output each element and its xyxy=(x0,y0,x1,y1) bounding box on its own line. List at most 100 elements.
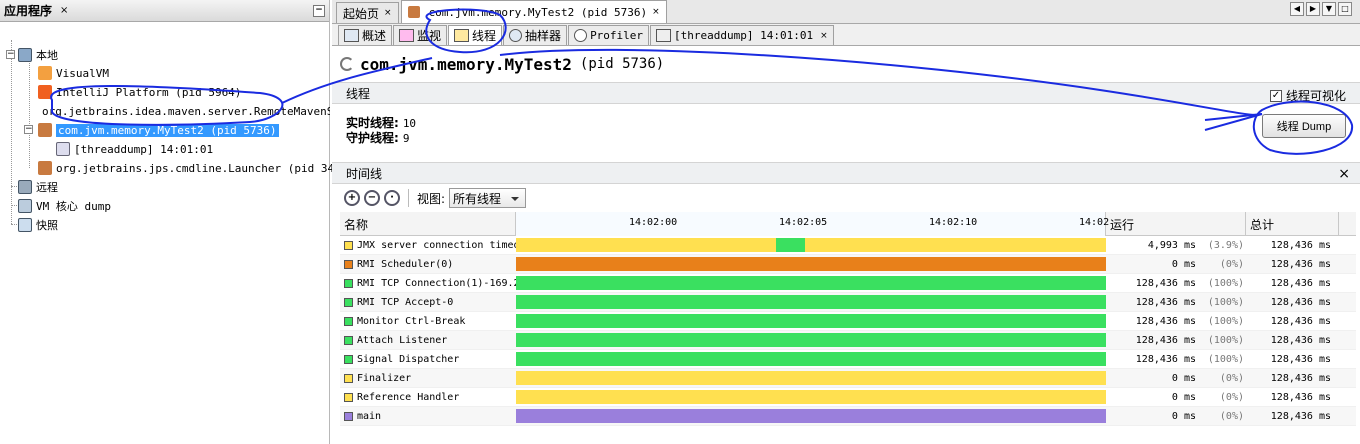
thread-name: RMI Scheduler(0) xyxy=(340,259,516,270)
thread-timeline-bar xyxy=(516,238,1106,252)
thread-state-segment xyxy=(516,371,1106,385)
time-axis[interactable]: 14:02:00 14:02:05 14:02:10 14:02 xyxy=(516,212,1109,236)
thread-name: Finalizer xyxy=(340,373,516,384)
close-tab-icon[interactable]: × xyxy=(652,7,660,17)
thread-row[interactable]: Finalizer 0 ms (0%) 128,436 ms xyxy=(340,369,1356,388)
scroll-right-icon[interactable]: ▶ xyxy=(1306,2,1320,16)
thread-color-swatch xyxy=(344,240,353,250)
tab-threaddump[interactable]: [threaddump] 14:01:01 × xyxy=(650,25,834,45)
java-icon xyxy=(38,123,52,137)
zoom-fit-icon[interactable]: · xyxy=(384,190,400,206)
minimize-button[interactable]: − xyxy=(313,4,325,17)
thread-dump-button[interactable]: 线程 Dump xyxy=(1262,114,1346,138)
tab-sampler[interactable]: 抽样器 xyxy=(503,25,568,45)
thread-state-segment xyxy=(516,276,1106,290)
tab-mytest2[interactable]: com.jvm.memory.MyTest2 (pid 5736) × xyxy=(400,0,667,23)
threaddump-icon xyxy=(56,142,70,156)
thread-total-time: 128,436 ms xyxy=(1270,296,1331,308)
thread-total-time: 128,436 ms xyxy=(1270,410,1331,422)
tab-monitor[interactable]: 监视 xyxy=(393,25,448,45)
time-tick-label: 14:02:00 xyxy=(629,217,678,228)
thread-name: RMI TCP Accept-0 xyxy=(340,297,516,308)
intellij-icon xyxy=(38,85,52,99)
visualize-threads-checkbox[interactable]: ✓ 线程可视化 xyxy=(1269,87,1346,104)
thread-row[interactable]: RMI Scheduler(0) 0 ms (0%) 128,436 ms xyxy=(340,255,1356,274)
thread-total-time: 128,436 ms xyxy=(1270,334,1331,346)
thread-total-time: 128,436 ms xyxy=(1270,258,1331,270)
zoom-in-icon[interactable]: + xyxy=(344,190,360,206)
thread-color-swatch xyxy=(344,411,353,421)
thread-color-swatch xyxy=(344,278,353,288)
thread-total-time: 128,436 ms xyxy=(1270,277,1331,289)
thread-row[interactable]: Attach Listener 128,436 ms (100%) 128,436 m… xyxy=(340,331,1356,350)
loading-icon xyxy=(340,57,354,71)
timeline-header: 时间线 × xyxy=(332,162,1360,184)
close-icon[interactable]: × xyxy=(60,5,68,16)
core-dump-icon xyxy=(18,199,32,213)
tree-item-launcher[interactable]: org.jetbrains.jps.cmdline.Launcher (pid … xyxy=(38,159,354,177)
tab-overview[interactable]: 概述 xyxy=(338,25,393,45)
thread-state-segment xyxy=(805,238,1106,252)
thread-row[interactable]: RMI TCP Connection(1)-169.254 128,436 ms(… xyxy=(340,274,1356,293)
time-tick-label: 14:02:10 xyxy=(929,217,978,228)
thread-name: main xyxy=(340,411,516,422)
thread-name: Signal Dispatcher xyxy=(340,354,516,365)
maximize-icon[interactable]: □ xyxy=(1338,2,1352,16)
tree-item-maven-server[interactable]: org.jetbrains.idea.maven.server.RemoteMa… xyxy=(38,102,330,120)
thread-state-segment xyxy=(516,390,1106,404)
tree-item-local[interactable]: 本地 xyxy=(18,46,58,64)
thread-timeline-bar xyxy=(516,390,1106,404)
time-tick-label: 14:02:05 xyxy=(779,217,828,228)
thread-timeline-bar xyxy=(516,276,1106,290)
threads-section-header: 线程 ✓ 线程可视化 xyxy=(332,82,1360,104)
tab-profiler[interactable]: Profiler xyxy=(568,25,650,45)
thread-color-swatch xyxy=(344,354,353,364)
overview-icon xyxy=(344,29,359,42)
thread-total-time: 128,436 ms xyxy=(1270,391,1331,403)
column-total[interactable]: 总计 xyxy=(1246,212,1339,236)
column-name[interactable]: 名称 xyxy=(340,212,516,236)
collapse-local-toggle[interactable]: − xyxy=(6,50,15,59)
thread-row[interactable]: main 0 ms (0%) 128,436 ms xyxy=(340,407,1356,426)
tree-item-intellij[interactable]: IntelliJ Platform (pid 5964) xyxy=(38,83,241,101)
tree-item-vm-core-dump[interactable]: VM 核心 dump xyxy=(18,197,111,215)
thread-row[interactable]: Reference Handler 0 ms (0%) 128,436 ms xyxy=(340,388,1356,407)
zoom-out-icon[interactable]: − xyxy=(364,190,380,206)
thread-state-segment xyxy=(516,295,1106,309)
view-select[interactable]: 所有线程 xyxy=(449,188,527,208)
tree-item-snapshots[interactable]: 快照 xyxy=(18,216,58,234)
close-tab-icon[interactable]: × xyxy=(820,31,828,41)
scroll-corner xyxy=(1339,212,1356,236)
tree-item-mytest2[interactable]: com.jvm.memory.MyTest2 (pid 5736) xyxy=(38,121,279,139)
tab-list-icon[interactable]: ▼ xyxy=(1322,2,1336,16)
thread-state-segment xyxy=(516,238,776,252)
tree-item-visualvm[interactable]: VisualVM xyxy=(38,64,109,82)
tab-threads[interactable]: 线程 xyxy=(448,25,503,45)
scroll-left-icon[interactable]: ◀ xyxy=(1290,2,1304,16)
column-running[interactable]: 运行 xyxy=(1106,212,1246,236)
tab-start-page[interactable]: 起始页 × xyxy=(336,2,399,23)
thread-row[interactable]: RMI TCP Accept-0 128,436 ms (100%) 128,436 … xyxy=(340,293,1356,312)
thread-timeline-bar xyxy=(516,409,1106,423)
close-icon[interactable]: × xyxy=(1338,166,1350,182)
tree-item-remote[interactable]: 远程 xyxy=(18,178,58,196)
java-icon xyxy=(38,161,52,175)
thread-timeline-bar xyxy=(516,257,1106,271)
panel-title: 应用程序 xyxy=(4,4,53,18)
thread-row[interactable]: Signal Dispatcher 128,436 ms (100%) 128,436… xyxy=(340,350,1356,369)
thread-row[interactable]: JMX server connection timeout 4,993 ms (3.… xyxy=(340,236,1356,255)
thread-name: Reference Handler xyxy=(340,392,516,403)
close-tab-icon[interactable]: × xyxy=(384,8,392,18)
thread-running-time: 0 ms (0%) xyxy=(1171,410,1244,422)
thread-timeline-bar xyxy=(516,352,1106,366)
thread-name: RMI TCP Connection(1)-169.254 xyxy=(340,278,516,289)
thread-row[interactable]: Monitor Ctrl-Break 128,436 ms (100%) 128,43… xyxy=(340,312,1356,331)
tree-item-threaddump[interactable]: [threaddump] 14:01:01 xyxy=(56,140,213,158)
collapse-mytest-toggle[interactable]: − xyxy=(24,125,33,134)
thread-color-swatch xyxy=(344,373,353,383)
thread-total-time: 128,436 ms xyxy=(1270,239,1331,251)
tab-navigation: ◀ ▶ ▼ □ xyxy=(1290,2,1352,16)
thread-timeline-bar xyxy=(516,314,1106,328)
thread-running-time: 128,436 ms (100%) xyxy=(1135,277,1244,289)
thread-running-time: 128,436 ms (100%) xyxy=(1135,296,1244,308)
